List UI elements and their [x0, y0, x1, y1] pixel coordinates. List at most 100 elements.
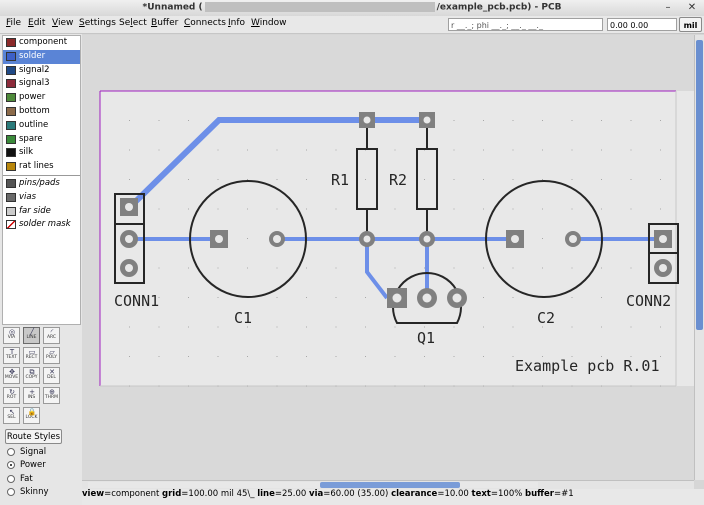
layer-color-swatch[interactable] — [6, 192, 16, 202]
route-style-skinny-radio[interactable]: Skinny — [7, 486, 48, 498]
tool-del-button[interactable]: ✕ DEL — [43, 367, 60, 384]
grid-dot — [217, 385, 219, 387]
tool-ins-button[interactable]: + INS — [23, 387, 40, 404]
layer-item-bottom[interactable]: bottom — [3, 105, 80, 119]
grid-dot — [512, 297, 514, 298]
tool-move-button[interactable]: ✥ MOVE — [3, 367, 20, 384]
menu-buffer[interactable]: Buffer — [151, 18, 178, 28]
layer-label: signal3 — [19, 78, 50, 89]
radio-indicator[interactable] — [7, 487, 15, 496]
tool-copy-button[interactable]: ⧉ COPY — [23, 367, 40, 384]
vertical-scroll-thumb[interactable] — [696, 40, 703, 330]
tool-poly-button[interactable]: ▱ POLY — [43, 347, 60, 364]
menu-file[interactable]: File — [6, 18, 21, 28]
layer-color-swatch[interactable] — [6, 65, 16, 75]
grid-dot — [335, 297, 337, 298]
label-c2: C2 — [537, 309, 555, 327]
grid-dot — [453, 208, 455, 210]
status-line: 25.00 — [281, 489, 307, 499]
tool-via-button[interactable]: ◎ VIA — [3, 327, 20, 344]
layer-color-swatch[interactable] — [6, 38, 16, 47]
menu-edit[interactable]: Edit — [28, 18, 45, 28]
tool-thrm-button[interactable]: ⊕ THRM — [43, 387, 60, 404]
vertical-scrollbar[interactable] — [694, 35, 704, 480]
layer-item-silk[interactable]: silk — [3, 146, 80, 160]
layer-item-signal3[interactable]: signal3 — [3, 77, 80, 91]
menu-view[interactable]: View — [52, 18, 73, 28]
grid-dot — [424, 385, 425, 387]
route-styles-button[interactable]: Route Styles — [5, 429, 62, 444]
layer-item-component[interactable]: component — [3, 36, 80, 50]
layer-item-solder[interactable]: solder — [3, 49, 80, 64]
layer-item-vias[interactable]: vias — [3, 191, 80, 205]
menu-select[interactable]: Select — [119, 18, 147, 28]
menu-settings[interactable]: Settings — [79, 18, 116, 28]
layer-color-swatch[interactable] — [6, 51, 16, 61]
grid-dot — [453, 149, 455, 151]
grid-dot — [601, 179, 602, 180]
menu-info[interactable]: Info — [228, 18, 245, 28]
grid-dot — [512, 208, 514, 210]
tool-sel-button[interactable]: ↖ SEL — [3, 407, 20, 424]
radio-indicator[interactable] — [7, 448, 15, 456]
board-svg[interactable]: CONN1 CONN2 C1 C2 R1 R2 Q1 Example pcb R… — [82, 35, 694, 480]
tool-rot-button[interactable]: ↻ ROT — [3, 387, 20, 404]
layer-color-swatch[interactable] — [6, 120, 16, 130]
close-button[interactable]: ✕ — [686, 2, 698, 14]
layer-color-swatch[interactable] — [6, 79, 16, 89]
layer-item-solder-mask[interactable]: solder mask — [3, 218, 80, 232]
grid-dot — [483, 385, 484, 387]
layer-item-signal2[interactable]: signal2 — [3, 64, 80, 78]
layer-color-swatch[interactable] — [6, 93, 16, 103]
grid-dot — [483, 179, 484, 180]
grid-dot — [660, 179, 661, 180]
layer-color-swatch[interactable] — [6, 206, 16, 216]
layer-item-spare[interactable]: spare — [3, 133, 80, 147]
layer-item-pins-pads[interactable]: pins/pads — [3, 177, 80, 191]
grid-dot — [188, 356, 189, 357]
menu-connects[interactable]: Connects — [184, 18, 226, 28]
layer-label: outline — [19, 119, 49, 130]
pcb-canvas[interactable]: CONN1 CONN2 C1 C2 R1 R2 Q1 Example pcb R… — [82, 35, 694, 480]
minimize-button[interactable]: – — [662, 2, 674, 14]
board-caption: Example pcb R.01 — [515, 357, 660, 375]
pad-hole — [363, 235, 371, 243]
tool-arc-button[interactable]: ◜ ARC — [43, 327, 60, 344]
units-button[interactable]: mil — [679, 17, 702, 32]
radio-indicator[interactable] — [7, 461, 15, 470]
poly-tool-icon: ▱ — [49, 348, 55, 356]
grid-dot — [306, 326, 307, 328]
menu-window[interactable]: Window — [251, 18, 287, 28]
route-style-power-radio[interactable]: Power — [7, 459, 46, 471]
horizontal-scroll-thumb[interactable] — [320, 482, 460, 488]
layer-color-swatch[interactable] — [6, 148, 16, 158]
tool-rect-button[interactable]: ▭ RECT — [23, 347, 40, 364]
pad-hole — [423, 235, 431, 243]
layer-color-swatch[interactable] — [6, 134, 16, 144]
layer-color-swatch[interactable] — [6, 162, 16, 172]
tool-palette: ◎ VIA ╱ LINE ◜ ARC T TEXT ▭ RECT ▱ POLY ✥ MOVE ⧉ COPY ✕ D… — [3, 327, 81, 427]
tool-line-button[interactable]: ╱ LINE — [23, 327, 40, 344]
route-style-fat-radio[interactable]: Fat — [7, 473, 33, 485]
relative-coords-field: r __._; phi __._; __._ __._ — [448, 18, 603, 31]
route-style-signal-radio[interactable]: Signal — [7, 446, 46, 458]
tool-lock-button[interactable]: 🔒 LOCK — [23, 407, 40, 424]
layer-color-swatch[interactable] — [6, 178, 16, 188]
window-title: *Unnamed (/example_pcb.pcb) - PCB — [0, 2, 704, 13]
grid-dot — [247, 356, 248, 357]
label-conn1: CONN1 — [114, 292, 159, 310]
layer-item-outline[interactable]: outline — [3, 119, 80, 133]
grid-dot — [571, 326, 573, 328]
layer-color-swatch[interactable] — [6, 106, 16, 116]
layer-color-swatch[interactable] — [6, 220, 16, 230]
tool-text-button[interactable]: T TEXT — [3, 347, 20, 364]
radio-label: Fat — [20, 473, 33, 484]
layer-item-power[interactable]: power — [3, 91, 80, 105]
grid-dot — [394, 149, 396, 151]
status-bar: view=component grid=100.00 mil 45\_ line… — [82, 489, 704, 505]
horizontal-scrollbar[interactable] — [82, 480, 694, 489]
layer-item-rat-lines[interactable]: rat lines — [3, 160, 80, 174]
radio-indicator[interactable] — [7, 474, 15, 483]
grid-dot — [571, 120, 573, 121]
layer-item-far-side[interactable]: far side — [3, 205, 80, 219]
